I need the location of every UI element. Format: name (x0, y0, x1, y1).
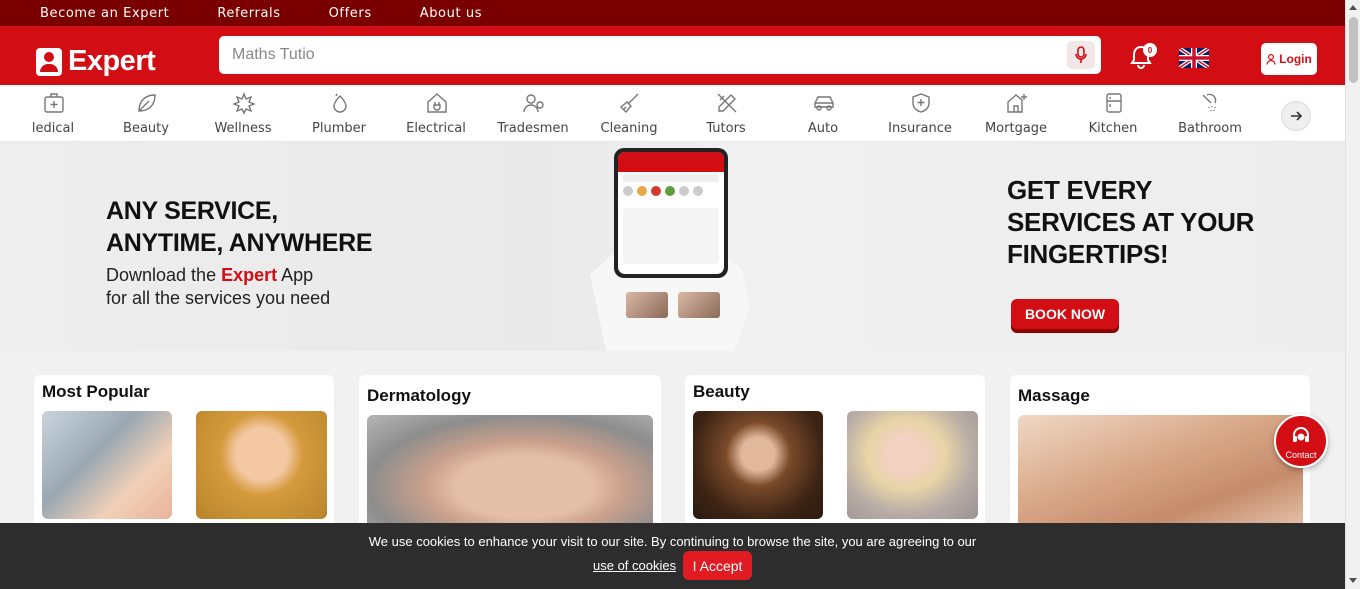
section-card-beauty: Beauty (685, 375, 985, 535)
search-input[interactable] (219, 36, 1049, 74)
section-title: Dermatology (367, 386, 471, 405)
logo-text: Expert (68, 45, 156, 77)
referrals-link[interactable]: Referrals (217, 6, 280, 21)
category-medical[interactable]: ledical (8, 85, 98, 141)
banner-right-headline: GET EVERY SERVICES AT YOUR FINGERTIPS! (1007, 175, 1255, 269)
banner-headline: ANY SERVICE, ANYTIME, ANYWHERE (106, 197, 373, 257)
section-title: Most Popular (42, 382, 150, 401)
scrollbar-thumb[interactable] (1349, 17, 1358, 83)
accept-cookies-button[interactable]: I Accept (683, 551, 752, 580)
worker-gear-icon (523, 94, 544, 113)
hair-model-image[interactable] (693, 411, 823, 519)
house-plus-icon (1007, 94, 1027, 113)
pencil-ruler-icon (717, 93, 737, 113)
thumbnail-image (678, 292, 720, 318)
category-tradesmen[interactable]: Tradesmen (488, 85, 578, 141)
page-scrollbar[interactable] (1345, 0, 1360, 589)
phone-mockup (614, 148, 728, 278)
top-links-bar: Become an Expert Referrals Offers About … (0, 0, 1345, 26)
category-mortgage[interactable]: Mortgage (971, 85, 1061, 141)
shower-icon (1202, 93, 1217, 111)
category-electrical[interactable]: Electrical (391, 85, 481, 141)
category-tutors[interactable]: Tutors (681, 85, 771, 141)
user-icon (1266, 53, 1276, 65)
promo-banner[interactable]: ANY SERVICE, ANYTIME, ANYWHERE Download … (0, 142, 1345, 351)
book-now-button[interactable]: BOOK NOW (1011, 299, 1119, 329)
section-card-dermatology: Dermatology (359, 375, 661, 535)
search-box (219, 36, 1101, 74)
category-kitchen[interactable]: Kitchen (1068, 85, 1158, 141)
brush-icon (619, 93, 639, 114)
dermatology-face-image[interactable] (367, 415, 653, 535)
section-card-massage: Massage (1010, 375, 1310, 535)
scroll-up-arrow-icon[interactable] (1349, 5, 1357, 10)
category-beauty[interactable]: Beauty (101, 85, 191, 141)
main-header: Expert 0 Login (0, 26, 1345, 85)
section-title: Massage (1018, 386, 1090, 405)
electric-house-icon (427, 93, 447, 113)
cookie-message: We use cookies to enhance your visit to … (368, 534, 977, 549)
contact-label: Contact (1285, 450, 1317, 460)
mic-button[interactable] (1067, 41, 1095, 69)
scroll-down-arrow-icon[interactable] (1349, 578, 1357, 583)
login-button[interactable]: Login (1261, 43, 1317, 75)
microphone-icon (1075, 46, 1087, 63)
fridge-icon (1106, 93, 1122, 113)
become-expert-link[interactable]: Become an Expert (40, 6, 169, 21)
massage-image[interactable] (1018, 415, 1303, 535)
section-title: Beauty (693, 382, 750, 401)
contact-floating-button[interactable]: Contact (1274, 414, 1328, 468)
app-phone-image (590, 142, 750, 351)
arrow-right-icon (1291, 111, 1302, 121)
chat-headset-icon (1293, 427, 1309, 442)
about-us-link[interactable]: About us (420, 6, 482, 21)
logo-person-icon (36, 47, 62, 76)
medical-kit-icon (44, 93, 64, 113)
thumbnail-image (626, 292, 668, 318)
category-wellness[interactable]: Wellness (198, 85, 288, 141)
category-plumber[interactable]: Plumber (294, 85, 384, 141)
section-card-most-popular: Most Popular (34, 375, 334, 535)
banner-subtext: Download the Expert App for all the serv… (106, 265, 331, 308)
category-bathroom[interactable]: Bathroom (1165, 85, 1255, 141)
notification-badge: 0 (1143, 43, 1157, 57)
lotus-icon (232, 92, 256, 115)
offers-link[interactable]: Offers (329, 6, 372, 21)
category-cleaning[interactable]: Cleaning (584, 85, 674, 141)
makeup-model-image[interactable] (847, 411, 978, 519)
leaf-icon (138, 94, 156, 112)
shield-icon (912, 93, 930, 113)
category-insurance[interactable]: Insurance (875, 85, 965, 141)
laser-treatment-image[interactable] (42, 411, 172, 519)
uk-flag-icon[interactable] (1179, 48, 1209, 68)
login-label: Login (1279, 52, 1312, 66)
cookie-policy-link[interactable]: use of cookies (593, 558, 676, 573)
category-next-button[interactable] (1281, 101, 1311, 131)
category-nav: ledical Beauty Wellness Plumber Electric… (0, 85, 1345, 142)
cookie-consent-bar: We use cookies to enhance your visit to … (0, 523, 1345, 589)
category-auto[interactable]: Auto (778, 85, 868, 141)
facial-glow-image[interactable] (196, 411, 327, 519)
car-icon (814, 96, 834, 111)
logo[interactable]: Expert (36, 45, 156, 78)
water-drop-icon (333, 93, 347, 113)
